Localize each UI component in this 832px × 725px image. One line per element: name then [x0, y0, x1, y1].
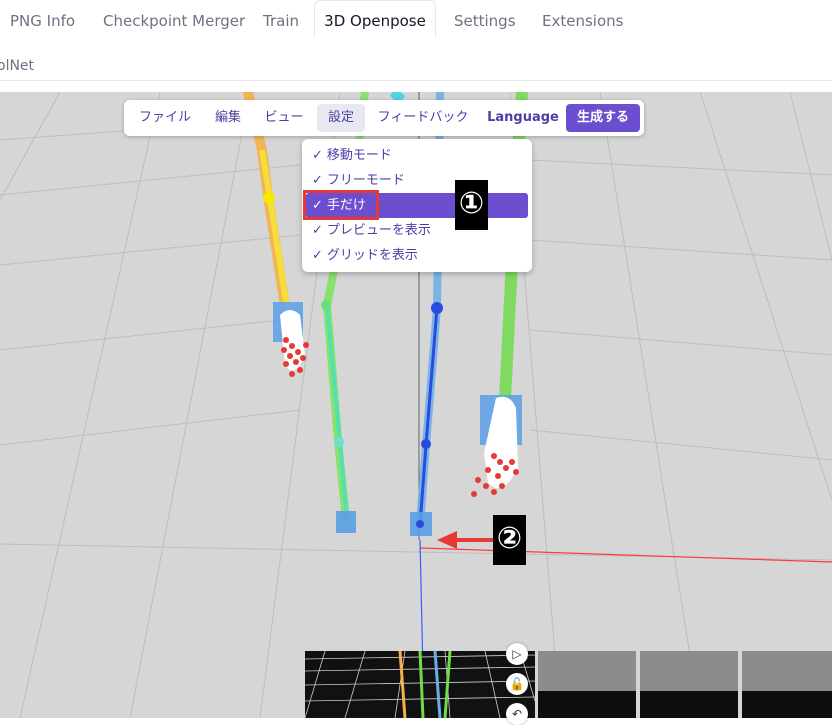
- menu-option-show-preview[interactable]: ✓ プレビューを表示: [306, 218, 528, 243]
- preview-thumbnails: ▷ 🔓 ↶: [305, 643, 832, 725]
- left-elbow-joint: [263, 192, 275, 204]
- right-shin: [418, 307, 439, 526]
- top-tab-bar: PNG Info Checkpoint Merger Train 3D Open…: [0, 0, 832, 39]
- option-label: グリッドを表示: [326, 248, 418, 263]
- menu-option-show-grid[interactable]: ✓ グリッドを表示: [306, 243, 528, 268]
- menu-settings[interactable]: 設定: [317, 104, 365, 132]
- undo-icon[interactable]: ↶: [506, 703, 528, 725]
- menu-feedback[interactable]: フィードバック: [372, 104, 474, 132]
- tab-checkpoint-merger[interactable]: Checkpoint Merger: [103, 0, 245, 38]
- left-knee-joint: [321, 300, 331, 310]
- left-foot-box: [336, 511, 356, 533]
- tab-extensions[interactable]: Extensions: [542, 0, 623, 38]
- tab-controlnet[interactable]: olNet: [0, 38, 34, 94]
- generate-button[interactable]: 生成する: [566, 104, 640, 132]
- menu-edit[interactable]: 編集: [206, 104, 250, 132]
- menu-option-move-mode[interactable]: ✓ 移動モード: [306, 143, 528, 168]
- annotation-badge-2: ②: [493, 515, 526, 565]
- option-label: 移動モード: [326, 148, 392, 163]
- annotation-arrow-2: [437, 531, 493, 549]
- left-shin: [325, 304, 349, 521]
- check-icon: ✓: [312, 248, 323, 263]
- play-step-icon[interactable]: ▷: [506, 643, 528, 665]
- check-icon: ✓: [312, 173, 323, 188]
- preview-main-thumbnail[interactable]: [305, 651, 535, 718]
- left-ankle-joint: [334, 437, 344, 447]
- unlock-icon[interactable]: 🔓: [506, 673, 528, 695]
- check-icon: ✓: [312, 223, 323, 238]
- check-icon: ✓: [312, 148, 323, 163]
- preview-thumbnail-4[interactable]: [742, 651, 832, 718]
- annotation-highlight-box: [303, 190, 379, 220]
- x-axis-line: [419, 547, 832, 563]
- option-label: フリーモード: [326, 173, 405, 188]
- preview-thumbnail-2[interactable]: [538, 651, 636, 718]
- menu-view[interactable]: ビュー: [258, 104, 310, 132]
- editor-menu-bar: ファイル 編集 ビュー 設定 フィードバック Language 生成する: [124, 100, 644, 136]
- tab-train[interactable]: Train: [263, 0, 299, 38]
- right-ankle-joint: [421, 439, 431, 449]
- menu-language[interactable]: Language: [485, 104, 561, 132]
- tab-settings[interactable]: Settings: [454, 0, 516, 38]
- preview-grid-drawing: [305, 651, 535, 718]
- tab-png-info[interactable]: PNG Info: [10, 0, 75, 38]
- annotation-badge-1: ①: [455, 180, 488, 230]
- left-forearm: [259, 149, 289, 303]
- sub-tab-bar: olNet: [0, 38, 832, 81]
- right-foot-joint: [416, 520, 424, 528]
- option-label: プレビューを表示: [326, 223, 431, 238]
- menu-file[interactable]: ファイル: [132, 104, 198, 132]
- neck-segment: [389, 92, 406, 104]
- right-knee-joint: [431, 302, 443, 314]
- tab-3d-openpose[interactable]: 3D Openpose: [314, 0, 436, 38]
- preview-thumbnail-3[interactable]: [640, 651, 738, 718]
